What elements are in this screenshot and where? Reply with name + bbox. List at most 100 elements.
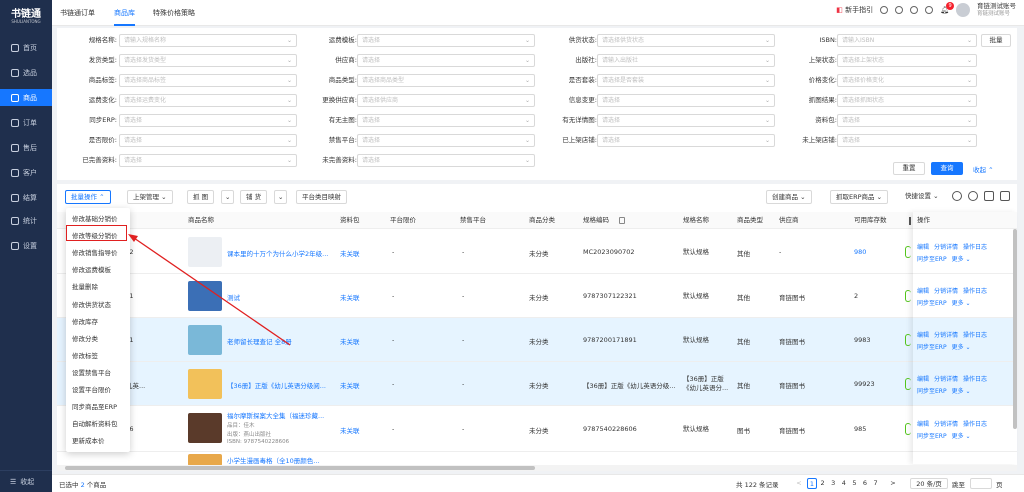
filter-input[interactable]: 请输入ISBN ⌄ — [837, 34, 977, 47]
export-icon[interactable] — [984, 191, 994, 201]
table-row[interactable]: 小学生漫画毒格（全10册颜色... — [57, 452, 1017, 466]
batch-menu-item[interactable]: 修改库存 — [72, 316, 98, 326]
column-drag-handle[interactable] — [909, 217, 911, 225]
page-number[interactable]: 6 — [860, 478, 870, 489]
page-number[interactable]: 7 — [871, 478, 881, 489]
filter-input[interactable]: 请选择商品类型 ⌄ — [357, 74, 535, 87]
sidebar-item-5[interactable]: 客户 — [0, 164, 52, 181]
isbn-batch-button[interactable]: 批量 — [981, 34, 1011, 47]
avatar[interactable] — [956, 3, 970, 17]
grab-erp-button[interactable]: 抓取ERP商品 ⌄ — [830, 190, 889, 204]
filter-input[interactable]: 请选择 ⌄ — [119, 154, 297, 167]
vertical-scrollbar[interactable] — [1013, 229, 1017, 429]
tab-product-library[interactable]: 商品库 — [114, 0, 135, 26]
notification-bell[interactable]: 🔔︎ 9 — [940, 2, 955, 14]
batch-menu-item[interactable]: 修改运费模板 — [72, 264, 111, 274]
filter-input[interactable]: 请选择 ⌄ — [119, 134, 297, 147]
batch-menu-item[interactable]: 修改基础分销价 — [72, 213, 118, 223]
page-number[interactable]: 4 — [839, 478, 849, 489]
product-thumbnail[interactable] — [188, 281, 222, 311]
filter-input[interactable]: 请选择 ⌄ — [597, 114, 775, 127]
filter-input[interactable]: 请选择 ⌄ — [119, 114, 297, 127]
page-number[interactable]: 3 — [828, 478, 838, 489]
page-number[interactable]: 2 — [818, 478, 828, 489]
product-thumbnail[interactable] — [188, 325, 222, 355]
filter-input[interactable]: 请选择 ⌄ — [597, 134, 775, 147]
grab-image-button[interactable]: 抓 图 — [187, 190, 215, 204]
help-icon[interactable] — [910, 6, 919, 14]
quick-settings-button[interactable]: 快捷设置 ⌄ — [900, 190, 944, 204]
filter-input[interactable]: 请选择上架状态 ⌄ — [837, 54, 977, 67]
reset-button[interactable]: 重置 — [893, 162, 925, 175]
table-row[interactable]: 2321测试未关联--未分类9787307122321默认规格其他育链图书2编辑… — [57, 274, 1017, 318]
filter-input[interactable]: 请输入规格名称 ⌄ — [119, 34, 297, 47]
sidebar-item-1[interactable]: 选品 — [0, 64, 52, 81]
batch-menu-item[interactable]: 设置禁售平台 — [72, 367, 111, 377]
sidebar-item-0[interactable]: 首页 — [0, 39, 52, 56]
filter-input[interactable]: 请选择 ⌄ — [597, 94, 775, 107]
product-name-link[interactable]: 福尔摩斯探案大全集（福迷珍藏... — [227, 410, 324, 420]
tab-orders[interactable]: 书链通订单 — [60, 0, 95, 26]
table-row[interactable]: 8606福尔摩斯探案大全集（福迷珍藏...品目：佳木出版：燕山出版社ISBN: … — [57, 406, 1017, 452]
sidebar-item-3[interactable]: 订单 — [0, 114, 52, 131]
product-name-link[interactable]: 老师留长理查记 全8册 — [227, 336, 292, 346]
material-pack-link[interactable]: 未关联 — [340, 292, 360, 302]
refresh-icon[interactable] — [952, 191, 962, 201]
filter-input[interactable]: 请选择抓图状态 ⌄ — [837, 94, 977, 107]
batch-menu-item[interactable]: 自动解析资料包 — [72, 418, 118, 428]
available-stock[interactable]: 980 — [854, 248, 866, 256]
batch-menu-item[interactable]: 修改供货状态 — [72, 299, 111, 309]
page-number[interactable]: 1 — [807, 478, 817, 489]
query-button[interactable]: 查询 — [931, 162, 963, 175]
material-pack-link[interactable]: 未关联 — [340, 380, 360, 390]
batch-menu-item[interactable]: 批量删除 — [72, 281, 98, 291]
filter-input[interactable]: 请选择是否套装 ⌄ — [597, 74, 775, 87]
download-icon[interactable] — [880, 6, 889, 14]
tab-special-price[interactable]: 特殊价格策略 — [153, 0, 195, 26]
grab-image-dropdown[interactable]: ⌄ — [221, 190, 235, 204]
product-name-link[interactable]: 【36册】正版《幼儿英语分级阅... — [227, 380, 326, 390]
batch-operation-button[interactable]: 批量操作 ⌃ — [65, 190, 111, 204]
product-name-link[interactable]: 课本里的十万个为什么小学2年级... — [227, 248, 328, 258]
filter-input[interactable]: 请选择价格变化 ⌄ — [837, 74, 977, 87]
batch-menu-item[interactable]: 修改销售指导价 — [72, 247, 118, 257]
filter-input[interactable]: 请选择 ⌄ — [357, 154, 535, 167]
goto-page-input[interactable] — [970, 478, 992, 489]
horizontal-scrollbar[interactable] — [57, 465, 1017, 471]
category-mapping-button[interactable]: 平台类目映射 — [296, 190, 347, 204]
product-thumbnail[interactable] — [188, 237, 222, 267]
product-thumbnail[interactable] — [188, 413, 222, 443]
sidebar-item-6[interactable]: 结算 — [0, 189, 52, 206]
table-row[interactable]: (幼儿英... 【36册】正版《幼儿英语分级阅... 未关联 - - 未分类 【36册】正版… — [57, 362, 1017, 406]
gear-icon[interactable] — [968, 191, 978, 201]
filter-input[interactable]: 请选择 ⌄ — [357, 114, 535, 127]
filter-input[interactable]: 请选择 ⌄ — [357, 134, 535, 147]
batch-menu-item[interactable]: 修改分类 — [72, 333, 98, 343]
sidebar-item-2[interactable]: 商品 — [0, 89, 52, 106]
filter-input[interactable]: 请选择 ⌄ — [837, 114, 977, 127]
material-pack-link[interactable]: 未关联 — [340, 248, 360, 258]
message-icon[interactable] — [925, 6, 934, 14]
collapse-filters-button[interactable]: 收起 ⌃ — [973, 164, 994, 174]
product-name-link[interactable]: 小学生漫画毒格（全10册颜色... — [227, 455, 319, 465]
table-row[interactable]: 1891老师留长理查记 全8册未关联--未分类9787200171891默认规格… — [57, 318, 1017, 362]
page-size-select[interactable]: 20 条/页 — [910, 478, 948, 489]
batch-menu-item[interactable]: 设置平台限价 — [72, 384, 111, 394]
batch-menu-item[interactable]: 更新成本价 — [72, 435, 105, 445]
filter-input[interactable]: 请选择供应商 ⌄ — [357, 94, 535, 107]
filter-input[interactable]: 请输入出版社 ⌄ — [597, 54, 775, 67]
create-product-button[interactable]: 创建商品 ⌄ — [766, 190, 812, 204]
product-name-link[interactable]: 测试 — [227, 292, 240, 302]
table-row[interactable]: 0702课本里的十万个为什么小学2年级...未关联--未分类MC20230907… — [57, 230, 1017, 274]
account-info[interactable]: 育链测试账号 育链测试账号 — [977, 3, 1016, 17]
import-icon[interactable] — [1000, 191, 1010, 201]
next-page-button[interactable]: > — [888, 478, 898, 489]
copy-icon[interactable] — [619, 217, 625, 224]
filter-input[interactable]: 请选择 ⌄ — [357, 54, 535, 67]
sidebar-item-7[interactable]: 统计 — [0, 212, 52, 229]
sidebar-item-4[interactable]: 售后 — [0, 139, 52, 156]
batch-menu-item[interactable]: 同步商品至ERP — [72, 401, 117, 411]
link-icon[interactable] — [895, 6, 904, 14]
sidebar-item-8[interactable]: 设置 — [0, 237, 52, 254]
distribute-button[interactable]: 铺 货 — [240, 190, 268, 204]
